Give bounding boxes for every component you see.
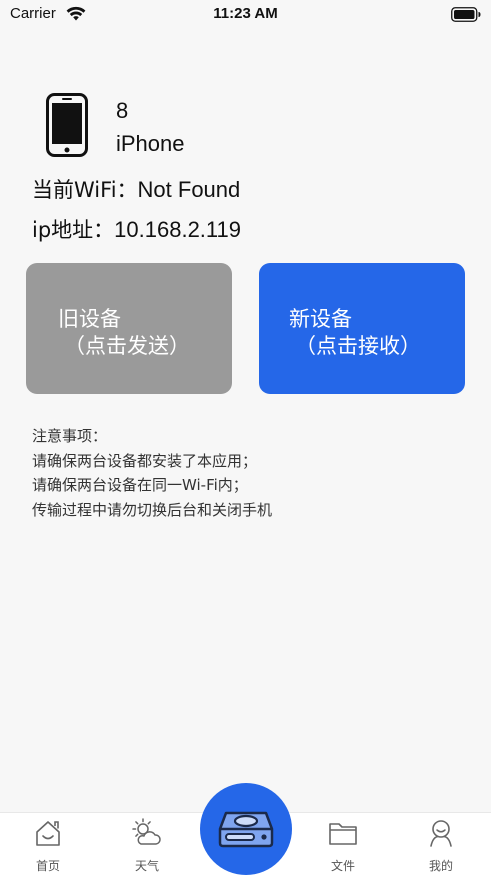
wifi-info: 当前WiFi：Not Found — [32, 174, 240, 204]
ip-label: ip地址： — [32, 218, 115, 242]
new-device-title: 新设备 — [289, 307, 352, 331]
device-name-line1: 8 — [116, 98, 129, 123]
tab-weather[interactable]: 天气 — [107, 813, 187, 877]
ip-info: ip地址：10.168.2.119 — [32, 214, 241, 244]
device-name-line2: iPhone — [116, 131, 185, 156]
smartphone-icon — [46, 93, 88, 157]
weather-icon — [132, 818, 161, 845]
tab-me-label: 我的 — [428, 859, 453, 873]
notes-item: 请确保两台设备都安装了本应用； — [32, 451, 258, 470]
old-device-send-button[interactable]: 旧设备 （点击发送） — [26, 263, 232, 394]
wifi-value: Not Found — [137, 177, 241, 202]
wifi-label: 当前WiFi： — [32, 178, 138, 202]
ip-value: 10.168.2.119 — [114, 217, 241, 242]
user-icon — [430, 820, 452, 847]
new-device-receive-button[interactable]: 新设备 （点击接收） — [259, 263, 465, 394]
battery-icon — [451, 7, 481, 22]
old-device-subtitle: （点击发送） — [64, 334, 190, 358]
notes-item: 传输过程中请勿切换后台和关闭手机 — [32, 500, 273, 519]
clock: 11:23 AM — [213, 5, 278, 22]
folder-icon — [329, 823, 357, 845]
status-bar: Carrier 11:23 AM — [0, 0, 491, 30]
notes-section: 注意事项： 请确保两台设备都安装了本应用； 请确保两台设备在同一Wi-Fi内； … — [32, 424, 272, 522]
notes-item: 请确保两台设备在同一Wi-Fi内； — [32, 476, 248, 494]
tab-files[interactable]: 文件 — [303, 813, 383, 877]
tab-me[interactable]: 我的 — [401, 813, 481, 877]
new-device-subtitle: （点击接收） — [295, 334, 421, 358]
home-icon — [36, 821, 60, 846]
tab-home[interactable]: 首页 — [8, 813, 88, 877]
notes-title: 注意事项： — [32, 427, 108, 445]
center-transfer-button[interactable] — [200, 783, 292, 875]
tab-weather-label: 天气 — [134, 859, 159, 873]
tab-files-label: 文件 — [330, 859, 355, 873]
hard-drive-icon — [218, 811, 274, 848]
tab-home-label: 首页 — [35, 859, 60, 873]
old-device-title: 旧设备 — [58, 307, 121, 331]
